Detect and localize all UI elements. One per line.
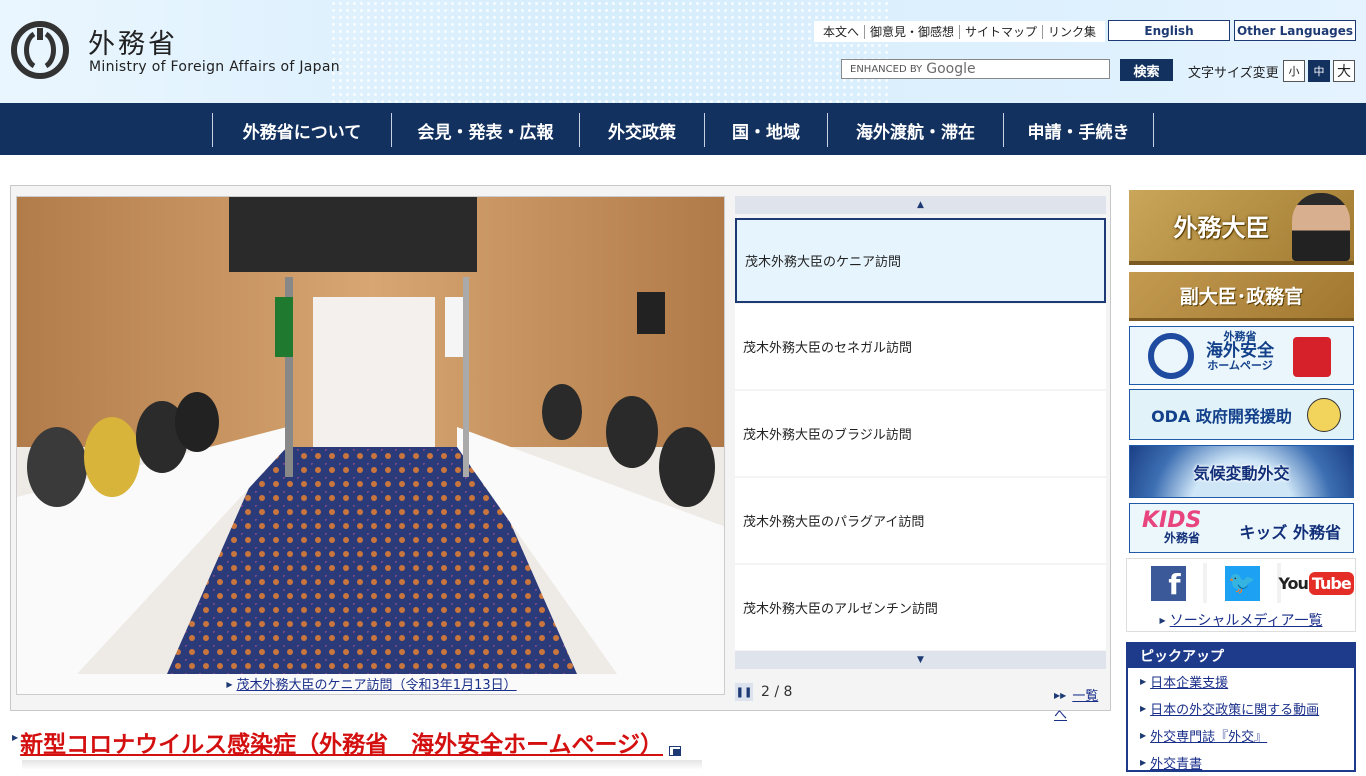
pickup-item[interactable]: ▶ 外交専門誌『外交』 — [1140, 722, 1354, 749]
slider-down-button[interactable]: ▼ — [735, 651, 1106, 669]
banner-minister-label: 外務大臣 — [1173, 214, 1270, 242]
youtube-icon: You Tube — [1278, 571, 1354, 595]
logo-title-jp[interactable]: 外務省 — [88, 22, 178, 61]
arrow-down-icon: ▼ — [917, 655, 924, 665]
covid-headline-link[interactable]: 新型コロナウイルス感染症（外務省 海外安全ホームページ） — [20, 732, 663, 758]
social-arrow-icon: ▶ — [1159, 616, 1166, 625]
external-window-icon — [669, 746, 682, 756]
utility-links: 本文へ 御意見・御感想 サイトマップ リンク集 — [814, 21, 1106, 42]
pickup-arrow-icon: ▶ — [1140, 704, 1147, 713]
nav-about[interactable]: 外務省について — [212, 113, 391, 147]
facebook-icon: f — [1150, 565, 1186, 601]
logo-title-en[interactable]: Ministry of Foreign Affairs of Japan — [89, 59, 340, 75]
banner-anzen-line2: 海外安全 — [1206, 340, 1274, 361]
headline-arrow-icon: ▶ — [12, 733, 19, 742]
banner-vice-label: 副大臣･政務官 — [1179, 285, 1304, 308]
pickup-link[interactable]: 外交青書 — [1150, 753, 1202, 772]
pickup-arrow-icon: ▶ — [1140, 731, 1147, 740]
pickup-link[interactable]: 日本企業支援 — [1150, 672, 1228, 691]
util-link-skip[interactable]: 本文へ — [818, 24, 866, 39]
pickup-arrow-icon: ▶ — [1140, 758, 1147, 767]
pause-icon: ❚❚ — [735, 686, 753, 698]
caption-arrow-icon: ▶ — [226, 680, 233, 689]
pickup-title: ピックアップ — [1128, 644, 1354, 668]
util-link-sitemap[interactable]: サイトマップ — [960, 24, 1044, 39]
pickup-item[interactable]: ▶ 日本企業支援 — [1140, 668, 1354, 695]
oda-mascot-icon — [1307, 398, 1341, 432]
slider-item[interactable]: 茂木外務大臣のパラグアイ訪問 — [735, 478, 1106, 563]
slider-page-counter: 2 / 8 — [761, 684, 793, 700]
passport-mascot-icon — [1293, 337, 1331, 377]
mofa-ring-icon — [1148, 333, 1194, 379]
pickup-item[interactable]: ▶ 外交青書 — [1140, 749, 1354, 776]
featured-caption-link[interactable]: 茂木外務大臣のケニア訪問（令和3年1月13日） — [237, 678, 517, 693]
nav-regions[interactable]: 国・地域 — [704, 113, 827, 147]
pickup-link[interactable]: 外交専門誌『外交』 — [1150, 726, 1267, 745]
slider-item[interactable]: 茂木外務大臣のセネガル訪問 — [735, 304, 1106, 389]
twitter-icon: 🐦 — [1224, 565, 1260, 601]
banner-oda-label: ODA 政府開発援助 — [1151, 406, 1292, 426]
google-logo-text: Google — [926, 61, 976, 77]
headline-subtext-cutoff — [22, 760, 702, 770]
banner-minister[interactable]: 外務大臣 — [1129, 190, 1354, 265]
fontsize-small-button[interactable]: 小 — [1283, 60, 1305, 82]
arrow-up-icon: ▲ — [917, 200, 924, 210]
english-button[interactable]: English — [1108, 20, 1230, 41]
kids-logo-sub: 外務省 — [1164, 531, 1201, 545]
fontsize-medium-button[interactable]: 中 — [1308, 60, 1330, 82]
nav-procedures[interactable]: 申請・手続き — [1003, 113, 1154, 147]
nav-policy[interactable]: 外交政策 — [579, 113, 704, 147]
global-nav: 外務省について 会見・発表・広報 外交政策 国・地域 海外渡航・滞在 申請・手続… — [0, 103, 1366, 155]
twitter-button[interactable]: 🐦 — [1207, 563, 1277, 603]
fontsize-label: 文字サイズ変更 — [1188, 66, 1279, 81]
pickup-link[interactable]: 日本の外交政策に関する動画 — [1150, 699, 1319, 718]
meeting-photo — [17, 197, 724, 674]
minister-portrait — [1292, 193, 1350, 261]
kids-logo: KIDS 外務省 — [1142, 508, 1201, 546]
search-button[interactable]: 検索 — [1120, 59, 1173, 81]
featured-slider: ▶ 茂木外務大臣のケニア訪問（令和3年1月13日） ▲ 茂木外務大臣のケニア訪問 … — [10, 185, 1111, 723]
fontsize-large-button[interactable]: 大 — [1333, 60, 1355, 82]
nav-travel[interactable]: 海外渡航・滞在 — [827, 113, 1003, 147]
banner-climate[interactable]: 気候変動外交 — [1129, 445, 1354, 498]
search-input[interactable]: ENHANCED BY Google — [841, 59, 1110, 79]
site-header: 外務省 Ministry of Foreign Affairs of Japan… — [0, 0, 1366, 103]
banner-anzen-line3: ホームページ — [1207, 359, 1273, 373]
slider-item[interactable]: 茂木外務大臣のケニア訪問 — [735, 218, 1106, 303]
slider-item[interactable]: 茂木外務大臣のアルゼンチン訪問 — [735, 565, 1106, 650]
banner-anzen-text: 外務省 海外安全 ホームページ — [1206, 331, 1274, 372]
pickup-box: ピックアップ ▶ 日本企業支援 ▶ 日本の外交政策に関する動画 ▶ 外交専門誌『外交』… — [1126, 642, 1356, 772]
pickup-arrow-icon: ▶ — [1140, 677, 1147, 686]
mofa-logo-icon[interactable] — [10, 20, 70, 80]
slider-item-list: ▲ 茂木外務大臣のケニア訪問 茂木外務大臣のセネガル訪問 茂木外務大臣のブラジル… — [735, 196, 1106, 672]
youtube-tube-text: Tube — [1308, 571, 1354, 595]
pickup-item[interactable]: ▶ 日本の外交政策に関する動画 — [1140, 695, 1354, 722]
slider-item[interactable]: 茂木外務大臣のブラジル訪問 — [735, 391, 1106, 476]
banner-climate-label: 気候変動外交 — [1193, 463, 1290, 483]
social-media-list-link[interactable]: ▶ ソーシャルメディア一覧 — [1127, 610, 1355, 630]
social-media-link-text[interactable]: ソーシャルメディア一覧 — [1170, 613, 1323, 629]
banner-vice-minister[interactable]: 副大臣･政務官 — [1129, 272, 1354, 321]
youtube-button[interactable]: You Tube — [1278, 563, 1354, 603]
banner-oda[interactable]: ODA 政府開発援助 — [1129, 389, 1354, 440]
banner-kids[interactable]: KIDS 外務省 キッズ 外務省 — [1129, 503, 1354, 553]
util-link-feedback[interactable]: 御意見・御感想 — [865, 24, 961, 39]
search-enhanced-label: ENHANCED BY — [850, 63, 923, 75]
nav-press[interactable]: 会見・発表・広報 — [391, 113, 579, 147]
slider-list-link[interactable]: ▶▶ 一覧へ — [1054, 685, 1110, 723]
util-link-links[interactable]: リンク集 — [1043, 25, 1101, 39]
featured-caption: ▶ 茂木外務大臣のケニア訪問（令和3年1月13日） — [17, 674, 724, 694]
youtube-text: You — [1278, 573, 1308, 593]
world-map-decoration — [330, 0, 890, 103]
facebook-button[interactable]: f — [1133, 563, 1203, 603]
featured-photo[interactable]: ▶ 茂木外務大臣のケニア訪問（令和3年1月13日） — [16, 196, 725, 695]
other-languages-button[interactable]: Other Languages — [1234, 20, 1356, 41]
slider-up-button[interactable]: ▲ — [735, 196, 1106, 214]
social-media-box: f 🐦 You Tube ▶ ソーシャルメディア一覧 — [1126, 558, 1356, 632]
banner-overseas-safety[interactable]: 外務省 海外安全 ホームページ — [1129, 326, 1354, 385]
slider-pause-button[interactable]: ❚❚ — [735, 683, 753, 701]
double-arrow-icon: ▶▶ — [1054, 691, 1067, 700]
covid-headline[interactable]: ▶新型コロナウイルス感染症（外務省 海外安全ホームページ） — [12, 725, 682, 759]
banner-kids-label: キッズ 外務省 — [1239, 523, 1341, 542]
